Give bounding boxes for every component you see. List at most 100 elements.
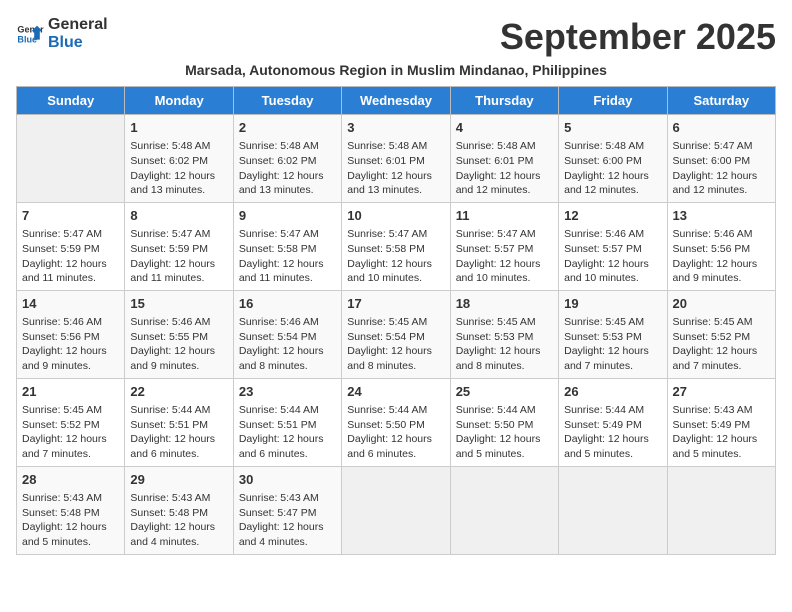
calendar-cell: 12Sunrise: 5:46 AMSunset: 5:57 PMDayligh…: [559, 202, 667, 290]
day-number: 24: [347, 383, 444, 401]
calendar-cell: 17Sunrise: 5:45 AMSunset: 5:54 PMDayligh…: [342, 290, 450, 378]
day-info-line: and 5 minutes.: [673, 447, 770, 462]
day-info-line: Sunrise: 5:48 AM: [347, 139, 444, 154]
day-info-line: Daylight: 12 hours: [130, 257, 227, 272]
day-info-line: Sunrise: 5:43 AM: [22, 491, 119, 506]
day-info-line: and 8 minutes.: [239, 359, 336, 374]
day-info-line: Sunrise: 5:44 AM: [347, 403, 444, 418]
calendar-cell: 15Sunrise: 5:46 AMSunset: 5:55 PMDayligh…: [125, 290, 233, 378]
day-info-line: Daylight: 12 hours: [456, 432, 553, 447]
day-info-line: Daylight: 12 hours: [673, 344, 770, 359]
day-info-line: Sunrise: 5:43 AM: [239, 491, 336, 506]
day-info-line: and 7 minutes.: [22, 447, 119, 462]
day-info-line: Sunset: 6:01 PM: [456, 154, 553, 169]
day-info-line: Sunrise: 5:47 AM: [130, 227, 227, 242]
day-info-line: Daylight: 12 hours: [22, 520, 119, 535]
day-header-saturday: Saturday: [667, 87, 775, 115]
day-info-line: Sunrise: 5:46 AM: [22, 315, 119, 330]
day-info-line: and 11 minutes.: [22, 271, 119, 286]
calendar-cell: 13Sunrise: 5:46 AMSunset: 5:56 PMDayligh…: [667, 202, 775, 290]
calendar-cell: 16Sunrise: 5:46 AMSunset: 5:54 PMDayligh…: [233, 290, 341, 378]
day-info-line: and 13 minutes.: [130, 183, 227, 198]
logo-blue: Blue: [48, 34, 108, 52]
day-info-line: Sunset: 5:54 PM: [347, 330, 444, 345]
logo-general: General: [48, 16, 108, 34]
day-info-line: Sunset: 6:01 PM: [347, 154, 444, 169]
calendar-cell: [450, 466, 558, 554]
calendar-cell: 14Sunrise: 5:46 AMSunset: 5:56 PMDayligh…: [17, 290, 125, 378]
day-number: 20: [673, 295, 770, 313]
calendar-cell: 10Sunrise: 5:47 AMSunset: 5:58 PMDayligh…: [342, 202, 450, 290]
day-info-line: Sunset: 5:59 PM: [22, 242, 119, 257]
calendar-cell: 26Sunrise: 5:44 AMSunset: 5:49 PMDayligh…: [559, 378, 667, 466]
logo-icon: General Blue: [16, 20, 44, 48]
day-info-line: Sunset: 5:48 PM: [130, 506, 227, 521]
day-number: 23: [239, 383, 336, 401]
day-info-line: Sunset: 6:02 PM: [130, 154, 227, 169]
day-number: 26: [564, 383, 661, 401]
day-info-line: Sunset: 5:58 PM: [239, 242, 336, 257]
calendar-cell: 8Sunrise: 5:47 AMSunset: 5:59 PMDaylight…: [125, 202, 233, 290]
day-info-line: and 11 minutes.: [239, 271, 336, 286]
day-number: 5: [564, 119, 661, 137]
day-info-line: Sunrise: 5:47 AM: [456, 227, 553, 242]
calendar-cell: 27Sunrise: 5:43 AMSunset: 5:49 PMDayligh…: [667, 378, 775, 466]
day-info-line: Daylight: 12 hours: [130, 520, 227, 535]
day-info-line: Sunrise: 5:45 AM: [22, 403, 119, 418]
day-info-line: Sunrise: 5:46 AM: [130, 315, 227, 330]
day-info-line: Sunrise: 5:46 AM: [239, 315, 336, 330]
calendar-cell: 6Sunrise: 5:47 AMSunset: 6:00 PMDaylight…: [667, 115, 775, 203]
calendar-cell: 18Sunrise: 5:45 AMSunset: 5:53 PMDayligh…: [450, 290, 558, 378]
day-info-line: Sunset: 5:52 PM: [673, 330, 770, 345]
day-info-line: and 5 minutes.: [564, 447, 661, 462]
day-info-line: Daylight: 12 hours: [456, 169, 553, 184]
day-info-line: Sunset: 5:50 PM: [347, 418, 444, 433]
day-info-line: Sunrise: 5:47 AM: [673, 139, 770, 154]
day-info-line: Sunset: 5:54 PM: [239, 330, 336, 345]
day-info-line: Sunset: 5:51 PM: [130, 418, 227, 433]
day-number: 4: [456, 119, 553, 137]
day-info-line: and 11 minutes.: [130, 271, 227, 286]
day-info-line: and 9 minutes.: [22, 359, 119, 374]
day-info-line: and 9 minutes.: [130, 359, 227, 374]
calendar-cell: 22Sunrise: 5:44 AMSunset: 5:51 PMDayligh…: [125, 378, 233, 466]
day-number: 15: [130, 295, 227, 313]
day-info-line: Sunset: 5:50 PM: [456, 418, 553, 433]
day-info-line: and 4 minutes.: [239, 535, 336, 550]
day-info-line: and 12 minutes.: [456, 183, 553, 198]
svg-text:Blue: Blue: [17, 35, 37, 45]
day-info-line: Sunrise: 5:45 AM: [456, 315, 553, 330]
day-info-line: and 13 minutes.: [347, 183, 444, 198]
day-header-tuesday: Tuesday: [233, 87, 341, 115]
day-info-line: and 10 minutes.: [564, 271, 661, 286]
day-info-line: Sunrise: 5:47 AM: [239, 227, 336, 242]
day-number: 1: [130, 119, 227, 137]
calendar-cell: 2Sunrise: 5:48 AMSunset: 6:02 PMDaylight…: [233, 115, 341, 203]
day-info-line: and 6 minutes.: [347, 447, 444, 462]
day-info-line: Sunrise: 5:48 AM: [130, 139, 227, 154]
day-info-line: Sunrise: 5:44 AM: [130, 403, 227, 418]
week-row-2: 7Sunrise: 5:47 AMSunset: 5:59 PMDaylight…: [17, 202, 776, 290]
day-info-line: and 4 minutes.: [130, 535, 227, 550]
week-row-4: 21Sunrise: 5:45 AMSunset: 5:52 PMDayligh…: [17, 378, 776, 466]
day-info-line: Daylight: 12 hours: [239, 520, 336, 535]
day-info-line: Daylight: 12 hours: [239, 432, 336, 447]
day-number: 19: [564, 295, 661, 313]
day-info-line: Sunset: 5:57 PM: [564, 242, 661, 257]
day-info-line: Daylight: 12 hours: [456, 344, 553, 359]
day-info-line: Sunset: 5:47 PM: [239, 506, 336, 521]
day-info-line: Sunrise: 5:48 AM: [456, 139, 553, 154]
day-number: 27: [673, 383, 770, 401]
day-info-line: Daylight: 12 hours: [239, 169, 336, 184]
day-number: 3: [347, 119, 444, 137]
day-info-line: Daylight: 12 hours: [673, 432, 770, 447]
day-info-line: and 5 minutes.: [22, 535, 119, 550]
day-info-line: Sunrise: 5:46 AM: [673, 227, 770, 242]
day-info-line: Sunrise: 5:45 AM: [673, 315, 770, 330]
day-info-line: Sunrise: 5:44 AM: [239, 403, 336, 418]
calendar-header-row: SundayMondayTuesdayWednesdayThursdayFrid…: [17, 87, 776, 115]
day-info-line: Daylight: 12 hours: [564, 257, 661, 272]
day-info-line: Sunset: 5:57 PM: [456, 242, 553, 257]
day-info-line: Sunset: 6:00 PM: [673, 154, 770, 169]
calendar-cell: 3Sunrise: 5:48 AMSunset: 6:01 PMDaylight…: [342, 115, 450, 203]
